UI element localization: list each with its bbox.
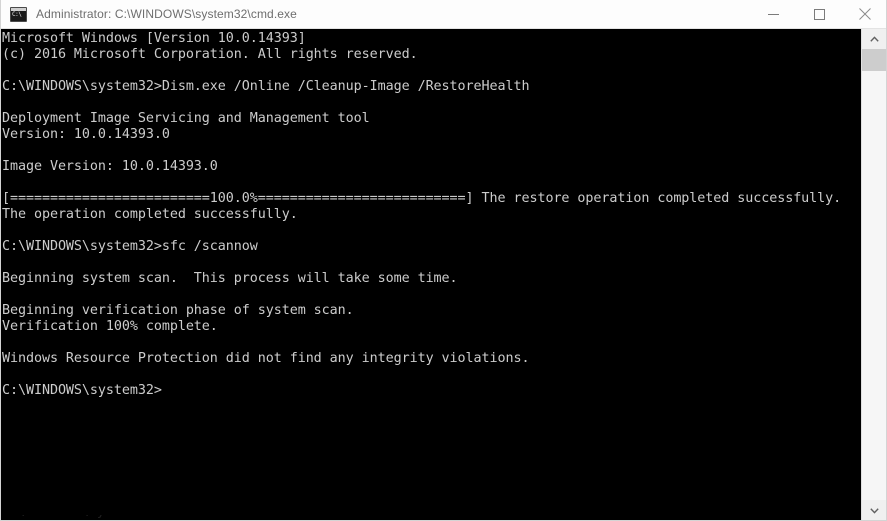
console-line-prompt: C:\WINDOWS\system32>	[2, 383, 162, 398]
console-line-progress-bar: [=========================100.0%========…	[2, 191, 842, 206]
console-window-icon: C:\	[10, 6, 27, 22]
console-line: Verification 100% complete.	[2, 319, 218, 334]
scroll-down-button[interactable]	[862, 500, 886, 520]
console-icon-prompt-text: C:\	[12, 10, 22, 18]
scroll-up-arrow-icon	[869, 35, 879, 42]
console-output-area[interactable]: Microsoft Windows [Version 10.0.14393] (…	[1, 29, 863, 520]
vertical-scrollbar[interactable]	[861, 29, 886, 520]
title-bar[interactable]: C:\ Administrator: C:\WINDOWS\system32\c…	[1, 0, 886, 29]
clipped-console-line: C:\WINDOWS\system32>	[1, 515, 863, 520]
scroll-down-arrow-icon	[869, 507, 879, 514]
console-line: Beginning system scan. This process will…	[2, 271, 458, 286]
console-line-result: Windows Resource Protection did not find…	[2, 351, 530, 366]
window-title: Administrator: C:\WINDOWS\system32\cmd.e…	[36, 7, 297, 21]
console-line-command-dism: C:\WINDOWS\system32>Dism.exe /Online /Cl…	[2, 79, 530, 94]
console-line: (c) 2016 Microsoft Corporation. All righ…	[2, 47, 418, 62]
minimize-button[interactable]	[750, 0, 796, 29]
console-line: Microsoft Windows [Version 10.0.14393]	[2, 31, 306, 46]
console-line: The operation completed successfully.	[2, 207, 298, 222]
console-line-command-sfc: C:\WINDOWS\system32>sfc /scannow	[2, 239, 258, 254]
scrollbar-thumb[interactable]	[862, 49, 886, 71]
window-controls	[750, 0, 886, 29]
scrollbar-track[interactable]	[862, 49, 886, 500]
console-line: C:\WINDOWS\system32>	[1, 515, 863, 520]
console-line: Version: 10.0.14393.0	[2, 127, 170, 142]
close-button[interactable]	[842, 0, 886, 29]
console-line: Deployment Image Servicing and Managemen…	[2, 111, 370, 126]
command-prompt-window: C:\ Administrator: C:\WINDOWS\system32\c…	[0, 0, 887, 521]
maximize-button[interactable]	[796, 0, 842, 29]
console-line: Image Version: 10.0.14393.0	[2, 159, 218, 174]
scroll-up-button[interactable]	[862, 29, 886, 49]
console-line: Beginning verification phase of system s…	[2, 303, 354, 318]
